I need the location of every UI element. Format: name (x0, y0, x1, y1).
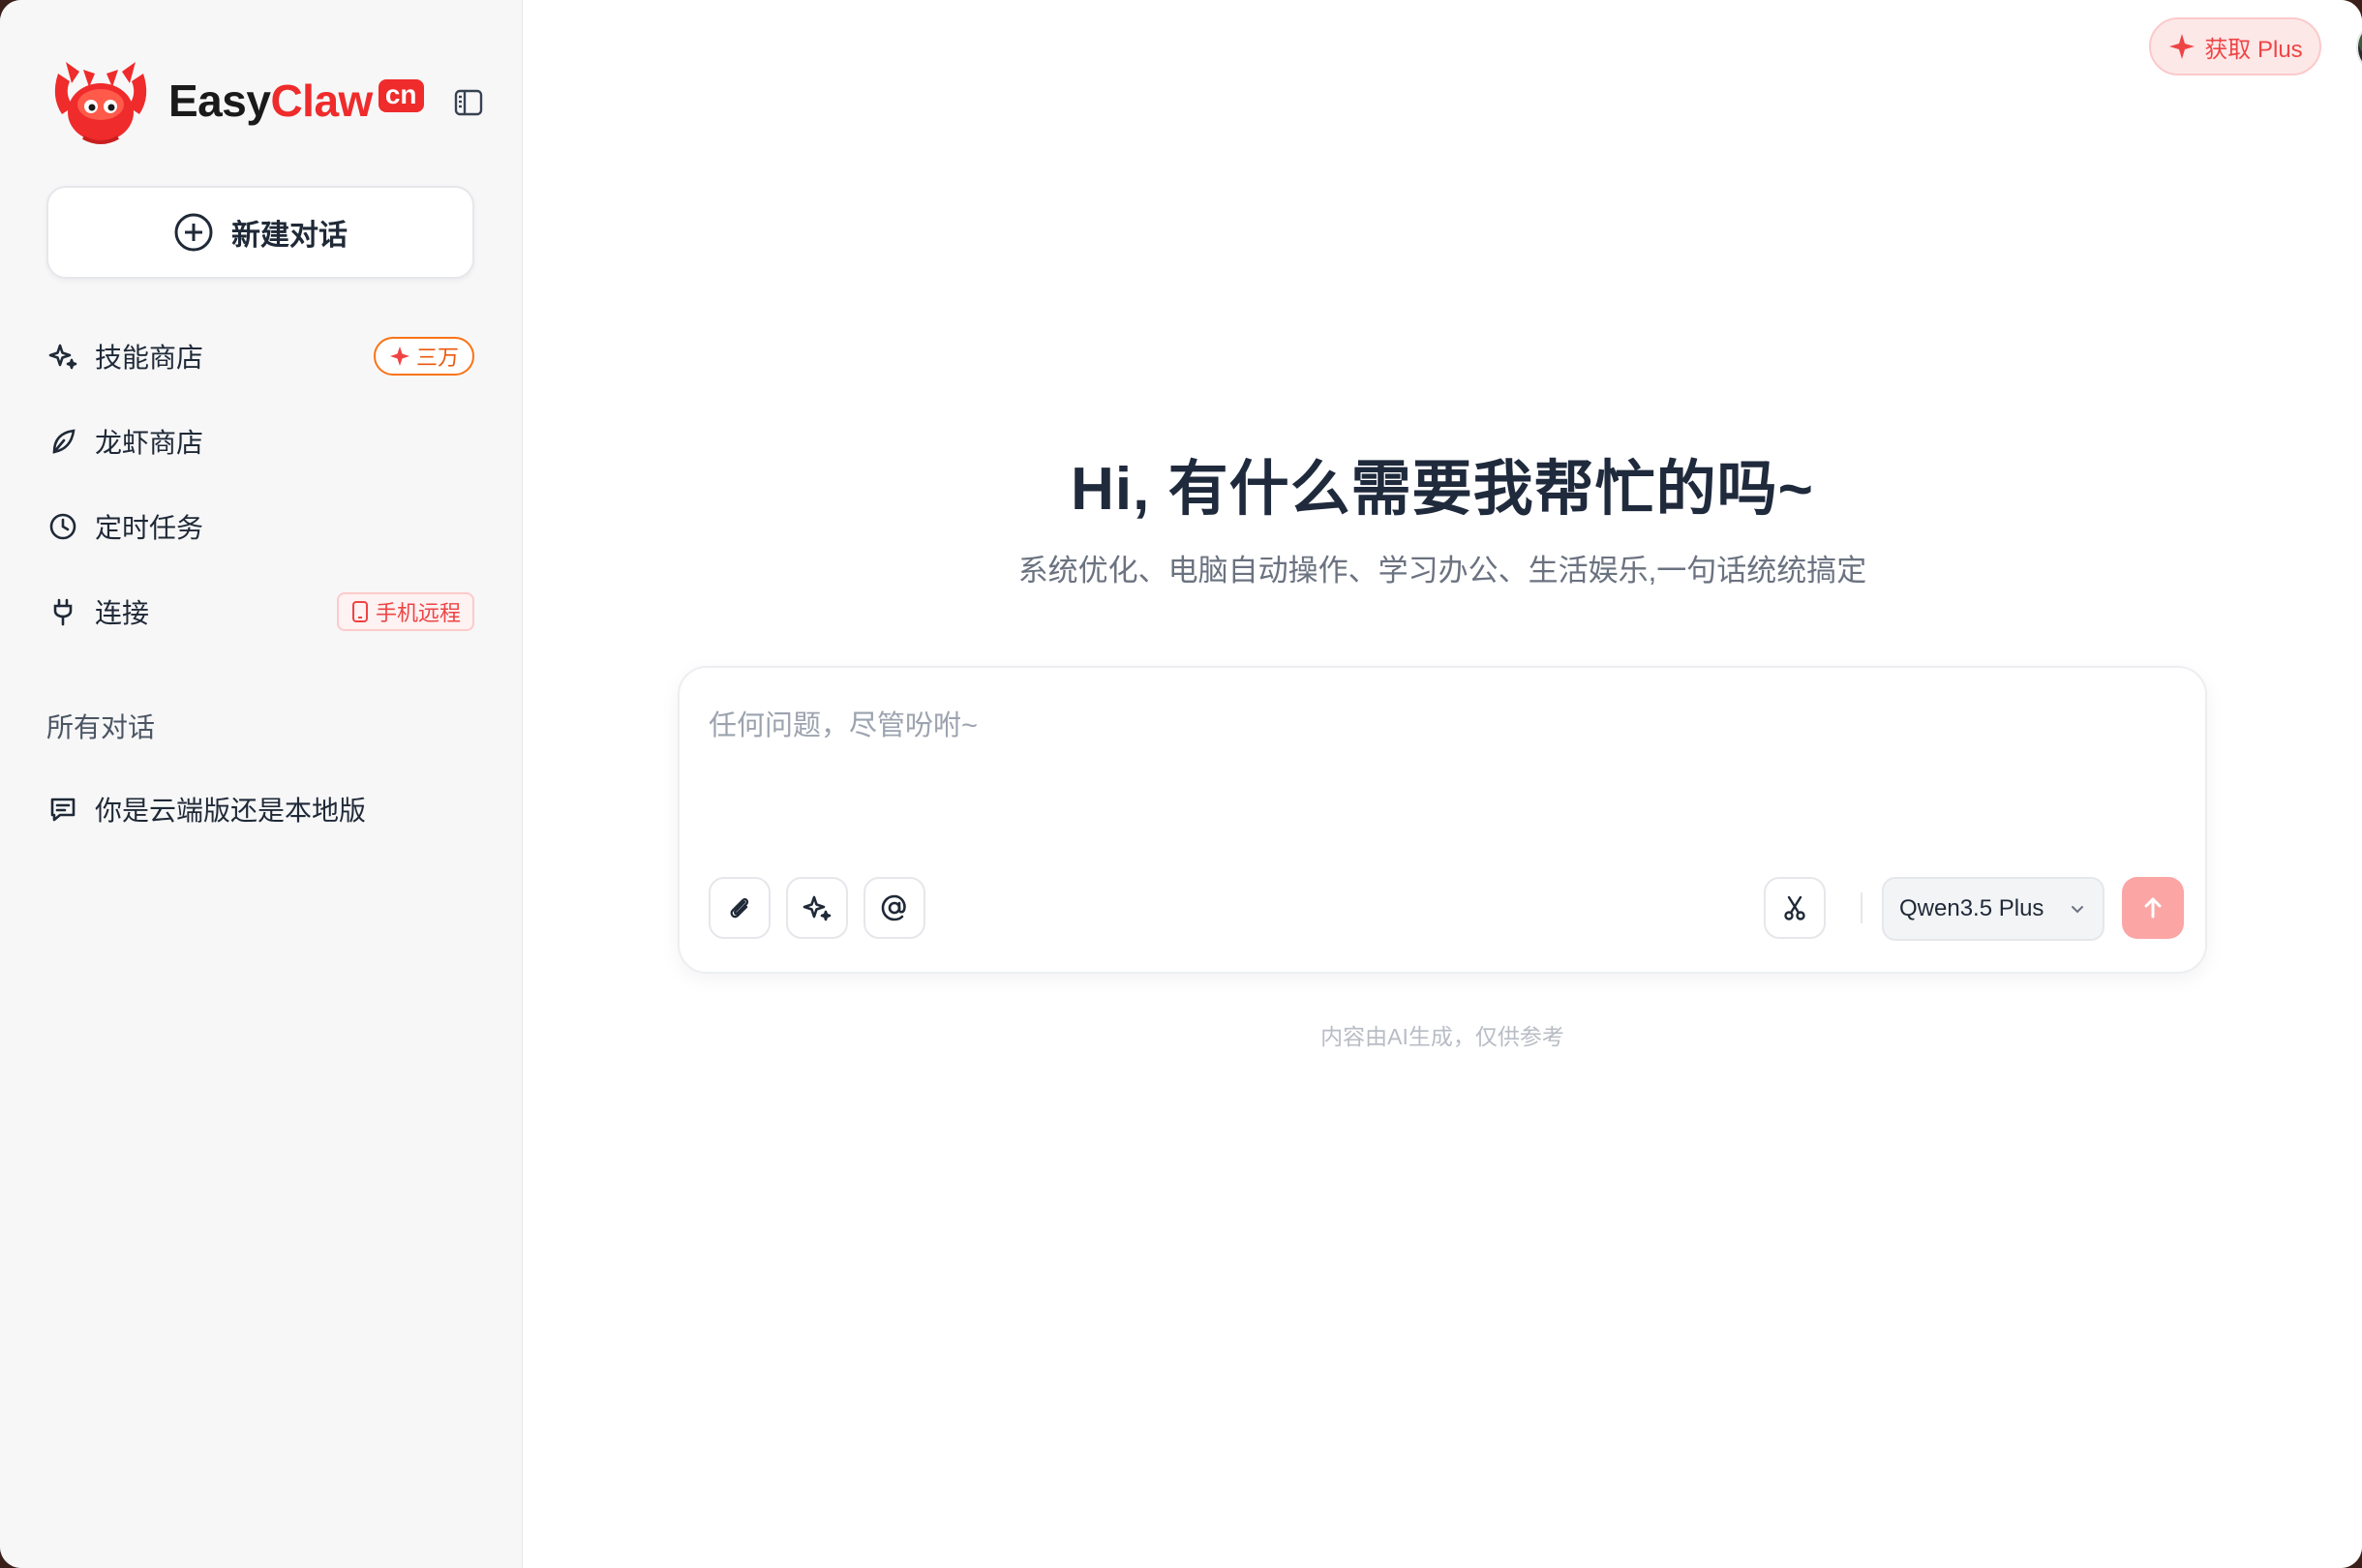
get-plus-button[interactable]: 获取 Plus (2149, 17, 2321, 75)
message-icon (46, 793, 79, 826)
brand-logo: EasyClaw cn (45, 54, 424, 147)
all-conversations-label: 所有对话 (46, 712, 156, 742)
sidebar-item-label: 技能商店 (95, 343, 204, 373)
mention-button[interactable] (863, 877, 925, 939)
model-select[interactable]: Qwen3.5 Plus (1882, 877, 2105, 941)
mobile-remote-badge[interactable]: 手机远程 (336, 592, 474, 631)
sparkle-icon (46, 340, 79, 373)
get-plus-label: 获取 Plus (2204, 36, 2303, 63)
new-chat-button[interactable]: 新建对话 (46, 186, 474, 279)
sidebar-toggle-icon (454, 89, 483, 116)
sparkle-icon (802, 895, 832, 921)
conversation-item[interactable]: 你是云端版还是本地版 (46, 780, 474, 838)
attach-button[interactable] (709, 877, 771, 939)
conversation-title: 你是云端版还是本地版 (95, 796, 367, 826)
model-select-value: Qwen3.5 Plus (1899, 895, 2044, 921)
paperclip-icon (730, 898, 749, 919)
sparkle-icon (2169, 34, 2195, 59)
main-area: 获取 Plus 192 Hi, 有什么需要我帮 (523, 0, 2362, 1568)
brand-name-easy: Easy (168, 75, 271, 126)
scissors-icon (1784, 895, 1805, 920)
sidebar-item-skill-store[interactable]: 技能商店 三万 (46, 327, 474, 385)
clock-icon (46, 510, 79, 543)
sidebar: EasyClaw cn 新建对话 技能商店 三万 龙虾商店 定时任务 连接 手机… (0, 0, 523, 1568)
sidebar-item-label: 龙虾商店 (95, 428, 204, 458)
brand-name-claw: Claw (270, 75, 373, 126)
scissors-button[interactable] (1764, 877, 1826, 939)
at-sign-icon (881, 894, 906, 921)
plug-icon (46, 595, 79, 628)
skill-count-badge: 三万 (373, 337, 474, 376)
chevron-down-icon (2072, 906, 2083, 914)
chat-input[interactable] (709, 703, 2161, 809)
sidebar-item-connect[interactable]: 连接 手机远程 (46, 583, 474, 641)
sidebar-item-label: 连接 (95, 598, 150, 628)
app-window: EasyClaw cn 新建对话 技能商店 三万 龙虾商店 定时任务 连接 手机… (0, 0, 2362, 1568)
ai-disclaimer: 内容由AI生成，仅供参考 (1320, 1024, 1564, 1049)
chat-composer: Qwen3.5 Plus (678, 666, 2207, 974)
skills-button[interactable] (786, 877, 848, 939)
leaf-icon (46, 425, 79, 458)
arrow-up-icon (2144, 897, 2162, 919)
sidebar-collapse-button[interactable] (451, 85, 486, 120)
hero-title: Hi, 有什么需要我帮忙的吗~ (1071, 456, 1814, 523)
sidebar-item-scheduled-tasks[interactable]: 定时任务 (46, 498, 474, 556)
plus-circle-icon (174, 213, 213, 252)
lobster-logo-icon (54, 62, 147, 144)
avatar[interactable] (2356, 19, 2362, 75)
sidebar-item-label: 定时任务 (95, 513, 204, 543)
hero-subtitle: 系统优化、电脑自动操作、学习办公、生活娱乐,一句话统统搞定 (1017, 554, 1867, 588)
send-button[interactable] (2122, 877, 2184, 939)
sidebar-item-lobster-store[interactable]: 龙虾商店 (46, 412, 474, 470)
new-chat-label: 新建对话 (231, 220, 348, 252)
brand-cn-badge: cn (378, 79, 424, 112)
phone-icon (351, 601, 368, 622)
sparkle-icon (389, 347, 409, 366)
toolbar-divider (1861, 892, 1862, 923)
